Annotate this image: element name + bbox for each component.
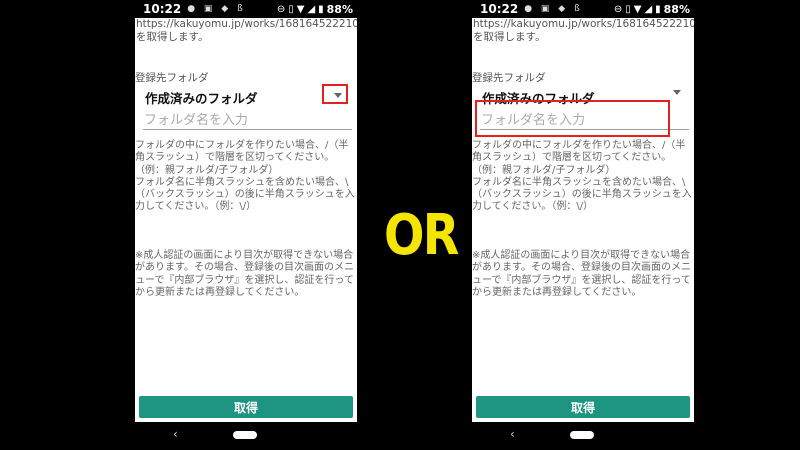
age-verification-notice: ※成人認証の画面により目次が取得できない場合があります。その場合、登録後の目次画… [135, 250, 354, 298]
highlight-input-box [475, 100, 670, 137]
vibrate-icon: ▯ [288, 3, 294, 15]
alarm-icon: ⊖ [276, 3, 286, 15]
folder-select[interactable]: 作成済みのフォルダ [145, 88, 258, 107]
navigation-bar: ‹ [135, 422, 357, 450]
battery-icon: ▮ [655, 3, 661, 15]
age-verification-notice: ※成人認証の画面により目次が取得できない場合があります。その場合、登録後の目次画… [472, 250, 691, 298]
battery-icon: ▮ [318, 3, 324, 15]
help-text-hierarchy: フォルダの中にフォルダを作りたい場合、/（半角スラッシュ）で階層を区切ってくださ… [135, 140, 349, 176]
help-text: フォルダの中にフォルダを作りたい場合、/（半角スラッシュ）で階層を区切ってくださ… [135, 140, 357, 214]
help-text-slash: フォルダ名に半角スラッシュを含めたい場合、\（バックスラッシュ）の後に半角スラッ… [472, 176, 692, 213]
status-bar: 10:22 ● ▣ ◆ ß ⊖ ▯ ▼ ◢ ▮ 88% [135, 0, 357, 18]
highlight-dropdown-box [322, 84, 348, 104]
folder-name-input[interactable] [143, 111, 352, 130]
notification-icons: ● ▣ ◆ ß [187, 4, 246, 14]
dialog-screen: https://kakuyomu.jp/works/16816452221019… [472, 18, 694, 422]
wifi-icon: ▼ [633, 3, 642, 15]
wifi-icon: ▼ [296, 3, 305, 15]
help-text: フォルダの中にフォルダを作りたい場合、/（半角スラッシュ）で階層を区切ってくださ… [472, 140, 694, 214]
navigation-bar: ‹ [472, 422, 694, 450]
dropdown-arrow-icon[interactable] [673, 90, 681, 95]
get-button[interactable]: 取得 [139, 396, 353, 418]
signal-icon: ◢ [644, 3, 653, 15]
home-icon[interactable] [570, 431, 594, 439]
alarm-icon: ⊖ [613, 3, 623, 15]
vibrate-icon: ▯ [625, 3, 631, 15]
notification-icons: ● ▣ ◆ ß [524, 4, 583, 14]
phone-screenshot-right: 10:22 ● ▣ ◆ ß ⊖ ▯ ▼ ◢ ▮ 88% https://kaku… [472, 0, 694, 450]
back-icon[interactable]: ‹ [173, 427, 178, 441]
back-icon[interactable]: ‹ [510, 427, 515, 441]
dialog-screen: https://kakuyomu.jp/works/16816452221019… [135, 18, 357, 422]
signal-icon: ◢ [307, 3, 316, 15]
status-time: 10:22 [480, 2, 519, 16]
battery-level: 88% [663, 2, 690, 16]
phone-screenshot-left: 10:22 ● ▣ ◆ ß ⊖ ▯ ▼ ◢ ▮ 88% https://kaku… [135, 0, 357, 450]
url-message: https://kakuyomu.jp/works/16816452221019… [136, 18, 357, 43]
help-text-slash: フォルダ名に半角スラッシュを含めたい場合、\（バックスラッシュ）の後に半角スラッ… [135, 176, 355, 213]
status-right-icons: ⊖ ▯ ▼ ◢ ▮ 88% [614, 3, 690, 16]
status-time: 10:22 [143, 2, 182, 16]
folder-label: 登録先フォルダ [135, 72, 209, 84]
url-message: https://kakuyomu.jp/works/16816452221019… [473, 18, 694, 43]
status-right-icons: ⊖ ▯ ▼ ◢ ▮ 88% [277, 3, 353, 16]
help-text-hierarchy: フォルダの中にフォルダを作りたい場合、/（半角スラッシュ）で階層を区切ってくださ… [472, 140, 686, 176]
home-icon[interactable] [233, 431, 257, 439]
or-separator: OR [384, 203, 459, 268]
get-button[interactable]: 取得 [476, 396, 690, 418]
battery-level: 88% [326, 2, 353, 16]
folder-label: 登録先フォルダ [472, 72, 546, 84]
status-bar: 10:22 ● ▣ ◆ ß ⊖ ▯ ▼ ◢ ▮ 88% [472, 0, 694, 18]
